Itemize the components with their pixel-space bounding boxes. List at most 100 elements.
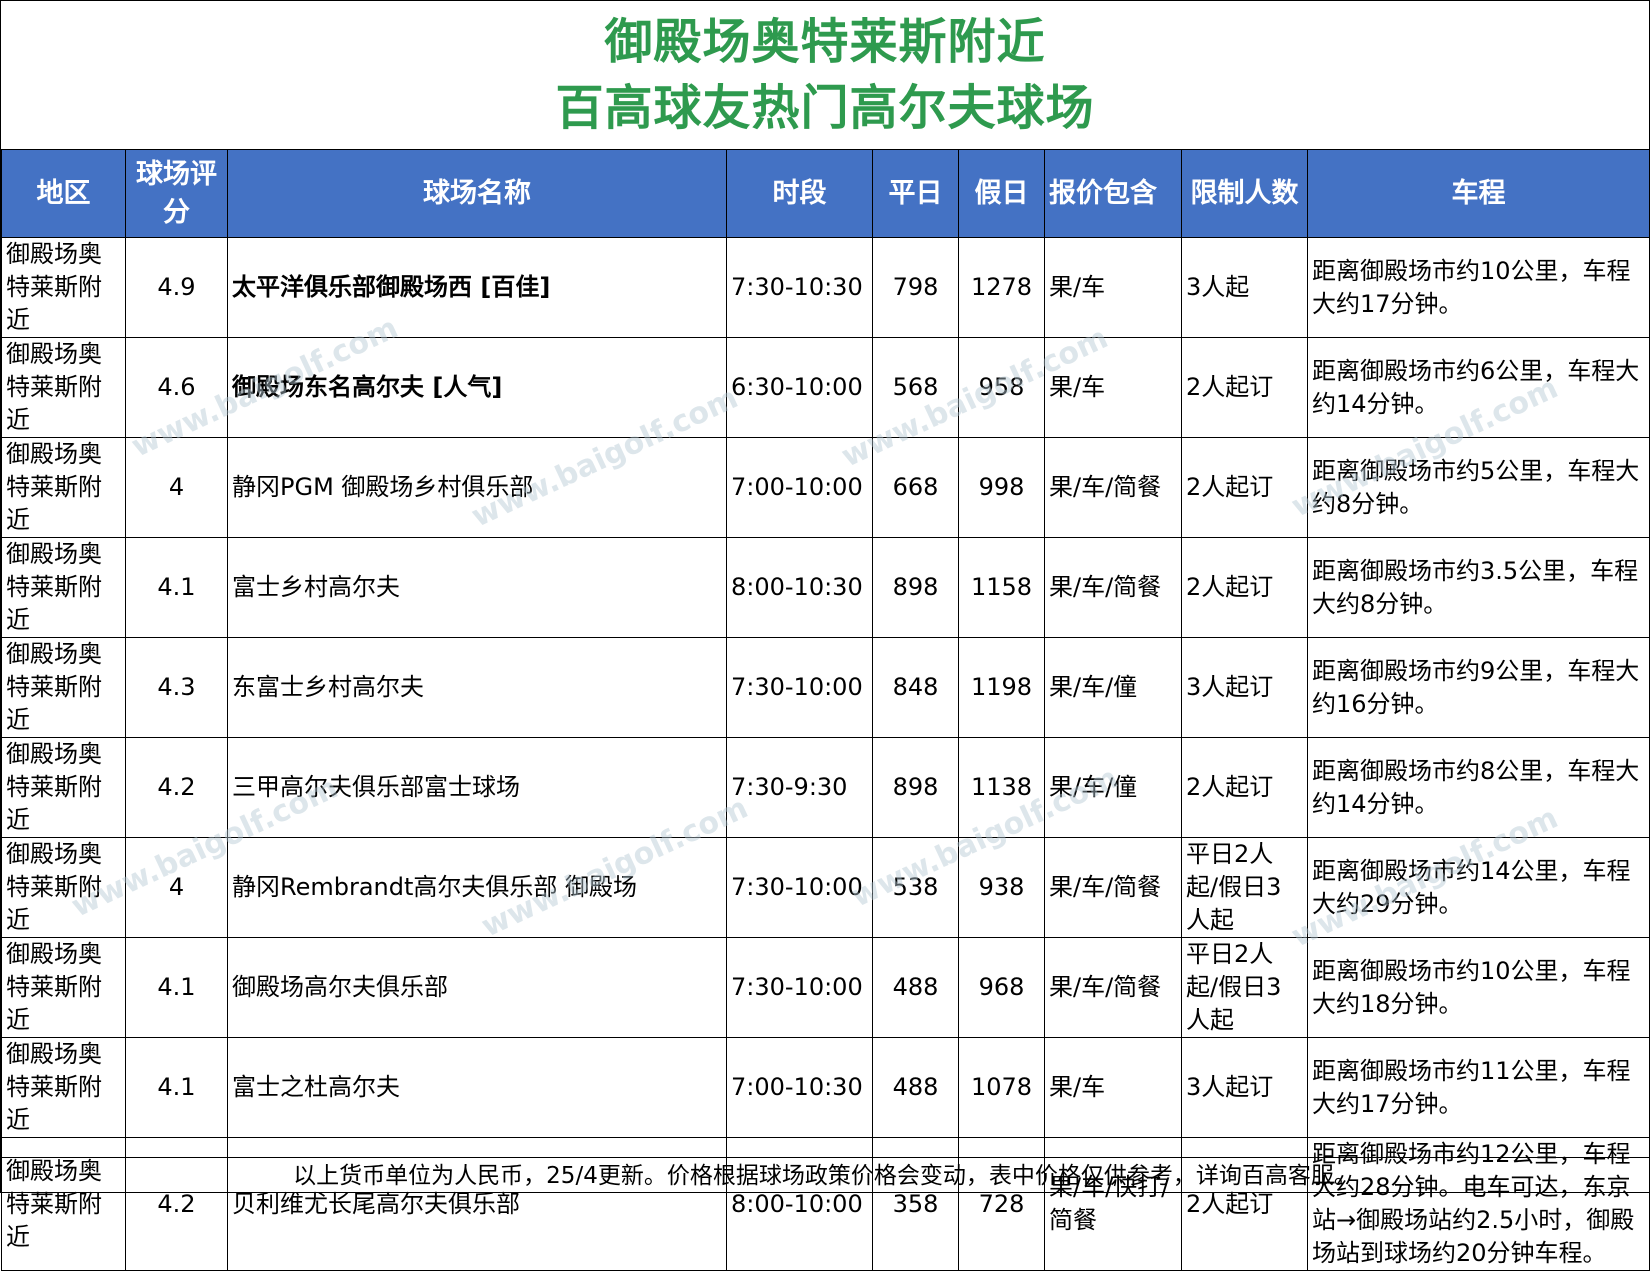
cell-weekday-price: 668 <box>872 437 959 538</box>
cell-time: 7:30-10:00 <box>726 837 873 938</box>
cell-course-name: 富士乡村高尔夫 <box>227 537 727 638</box>
cell-drive: 距离御殿场市约10公里，车程大约18分钟。 <box>1307 937 1650 1038</box>
courses-table: 地区 球场评分 球场名称 时段 平日 假日 报价包含 限制人数 车程 御殿场奥特… <box>1 149 1650 1271</box>
table-row: 御殿场奥特莱斯附近 4.2 三甲高尔夫俱乐部富士球场 7:30-9:30 898 1138… <box>1 737 1650 838</box>
cell-time: 7:30-10:00 <box>726 937 873 1038</box>
cell-course-name: 静冈Rembrandt高尔夫俱乐部 御殿场 <box>227 837 727 938</box>
header-rating: 球场评分 <box>125 149 228 238</box>
cell-rating: 4.9 <box>125 237 228 338</box>
cell-weekday-price: 488 <box>872 937 959 1038</box>
cell-holiday-price: 1158 <box>958 537 1045 638</box>
cell-rating: 4 <box>125 437 228 538</box>
cell-region: 御殿场奥特莱斯附近 <box>1 537 126 638</box>
cell-limit: 3人起订 <box>1181 1037 1308 1138</box>
header-holiday: 假日 <box>958 149 1045 238</box>
cell-holiday-price: 1198 <box>958 637 1045 738</box>
cell-includes: 果/车/僮 <box>1044 637 1182 738</box>
cell-region: 御殿场奥特莱斯附近 <box>1 1037 126 1138</box>
cell-region: 御殿场奥特莱斯附近 <box>1 937 126 1038</box>
cell-drive: 距离御殿场市约10公里，车程大约17分钟。 <box>1307 237 1650 338</box>
cell-drive: 距离御殿场市约6公里，车程大约14分钟。 <box>1307 337 1650 438</box>
cell-holiday-price: 958 <box>958 337 1045 438</box>
title-block: 御殿场奥特莱斯附近 百高球友热门高尔夫球场 <box>1 1 1649 149</box>
header-includes: 报价包含 <box>1044 149 1182 238</box>
cell-time: 7:30-10:30 <box>726 237 873 338</box>
cell-time: 7:30-10:00 <box>726 637 873 738</box>
table-row: 御殿场奥特莱斯附近 4.6 御殿场东名高尔夫 [人气] 6:30-10:00 568 95… <box>1 337 1650 438</box>
cell-holiday-price: 1278 <box>958 237 1045 338</box>
cell-course-name: 御殿场高尔夫俱乐部 <box>227 937 727 1038</box>
header-name: 球场名称 <box>227 149 727 238</box>
cell-course-name: 东富士乡村高尔夫 <box>227 637 727 738</box>
table-row: 御殿场奥特莱斯附近 4 静冈PGM 御殿场乡村俱乐部 7:00-10:00 668 998… <box>1 437 1650 538</box>
cell-includes: 果/车/僮 <box>1044 737 1182 838</box>
cell-course-name: 富士之杜高尔夫 <box>227 1037 727 1138</box>
cell-holiday-price: 938 <box>958 837 1045 938</box>
cell-course-name: 三甲高尔夫俱乐部富士球场 <box>227 737 727 838</box>
cell-includes: 果/车 <box>1044 1037 1182 1138</box>
cell-limit: 3人起订 <box>1181 637 1308 738</box>
cell-drive: 距离御殿场市约3.5公里，车程大约8分钟。 <box>1307 537 1650 638</box>
cell-rating: 4.1 <box>125 537 228 638</box>
cell-limit: 2人起订 <box>1181 337 1308 438</box>
cell-course-name: 太平洋俱乐部御殿场西 [百佳] <box>227 237 727 338</box>
cell-weekday-price: 898 <box>872 737 959 838</box>
cell-rating: 4.2 <box>125 737 228 838</box>
header-drive: 车程 <box>1307 149 1650 238</box>
cell-region: 御殿场奥特莱斯附近 <box>1 737 126 838</box>
table-row: 御殿场奥特莱斯附近 4.1 富士之杜高尔夫 7:00-10:30 488 1078 果/车 3… <box>1 1037 1650 1138</box>
cell-time: 7:30-9:30 <box>726 737 873 838</box>
cell-limit: 2人起订 <box>1181 537 1308 638</box>
cell-weekday-price: 538 <box>872 837 959 938</box>
cell-includes: 果/车/简餐 <box>1044 837 1182 938</box>
cell-holiday-price: 998 <box>958 437 1045 538</box>
cell-drive: 距离御殿场市约11公里，车程大约17分钟。 <box>1307 1037 1650 1138</box>
cell-includes: 果/车/简餐 <box>1044 437 1182 538</box>
cell-course-name: 御殿场东名高尔夫 [人气] <box>227 337 727 438</box>
cell-drive: 距离御殿场市约9公里，车程大约16分钟。 <box>1307 637 1650 738</box>
cell-rating: 4.6 <box>125 337 228 438</box>
cell-limit: 平日2人起/假日3人起 <box>1181 937 1308 1038</box>
cell-region: 御殿场奥特莱斯附近 <box>1 837 126 938</box>
cell-time: 6:30-10:00 <box>726 337 873 438</box>
header-weekday: 平日 <box>872 149 959 238</box>
cell-limit: 平日2人起/假日3人起 <box>1181 837 1308 938</box>
cell-limit: 2人起订 <box>1181 437 1308 538</box>
cell-includes: 果/车/简餐 <box>1044 537 1182 638</box>
cell-rating: 4.3 <box>125 637 228 738</box>
cell-time: 7:00-10:00 <box>726 437 873 538</box>
header-row: 地区 球场评分 球场名称 时段 平日 假日 报价包含 限制人数 车程 <box>1 149 1650 238</box>
header-region: 地区 <box>1 149 126 238</box>
cell-drive: 距离御殿场市约8公里，车程大约14分钟。 <box>1307 737 1650 838</box>
cell-holiday-price: 1078 <box>958 1037 1045 1138</box>
cell-rating: 4.1 <box>125 937 228 1038</box>
table-body: 御殿场奥特莱斯附近 4.9 太平洋俱乐部御殿场西 [百佳] 7:30-10:30 798… <box>1 237 1650 1271</box>
cell-region: 御殿场奥特莱斯附近 <box>1 337 126 438</box>
cell-drive: 距离御殿场市约5公里，车程大约8分钟。 <box>1307 437 1650 538</box>
table-row: 御殿场奥特莱斯附近 4.1 御殿场高尔夫俱乐部 7:30-10:00 488 968 果/车… <box>1 937 1650 1038</box>
header-time: 时段 <box>726 149 873 238</box>
cell-includes: 果/车/简餐 <box>1044 937 1182 1038</box>
cell-holiday-price: 968 <box>958 937 1045 1038</box>
cell-weekday-price: 898 <box>872 537 959 638</box>
cell-weekday-price: 848 <box>872 637 959 738</box>
title-line-1: 御殿场奥特莱斯附近 <box>604 14 1046 70</box>
cell-course-name: 静冈PGM 御殿场乡村俱乐部 <box>227 437 727 538</box>
cell-time: 7:00-10:30 <box>726 1037 873 1138</box>
cell-includes: 果/车 <box>1044 337 1182 438</box>
cell-includes: 果/车 <box>1044 237 1182 338</box>
cell-limit: 2人起订 <box>1181 737 1308 838</box>
cell-limit: 3人起 <box>1181 237 1308 338</box>
title-line-2: 百高球友热门高尔夫球场 <box>555 80 1095 136</box>
cell-time: 8:00-10:30 <box>726 537 873 638</box>
cell-region: 御殿场奥特莱斯附近 <box>1 637 126 738</box>
cell-rating: 4 <box>125 837 228 938</box>
cell-holiday-price: 1138 <box>958 737 1045 838</box>
table-row: 御殿场奥特莱斯附近 4 静冈Rembrandt高尔夫俱乐部 御殿场 7:30-10:0… <box>1 837 1650 938</box>
cell-weekday-price: 798 <box>872 237 959 338</box>
cell-weekday-price: 568 <box>872 337 959 438</box>
footer-note: 以上货币单位为人民币，25/4更新。价格根据球场政策价格会变动，表中价格仅供参考… <box>1 1157 1649 1194</box>
cell-weekday-price: 488 <box>872 1037 959 1138</box>
cell-region: 御殿场奥特莱斯附近 <box>1 437 126 538</box>
cell-rating: 4.1 <box>125 1037 228 1138</box>
